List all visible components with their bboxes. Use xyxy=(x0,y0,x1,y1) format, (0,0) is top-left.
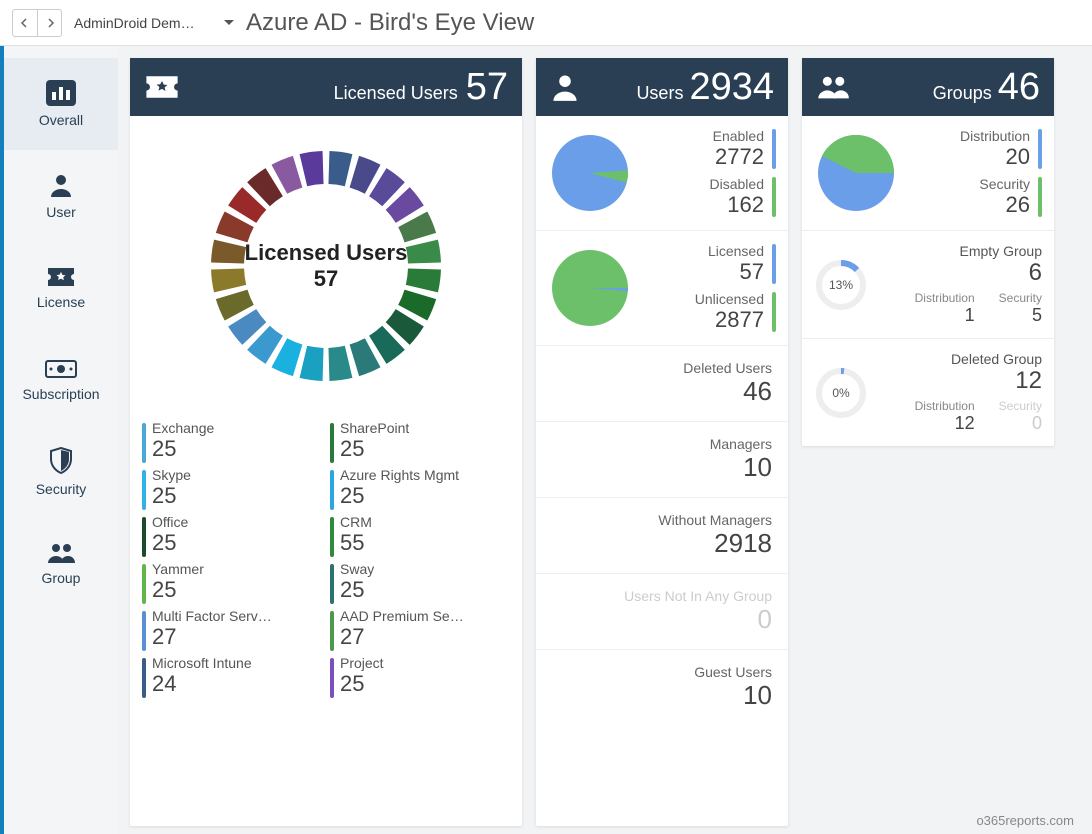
user-icon xyxy=(48,172,74,198)
license-item[interactable]: Office25 xyxy=(142,514,322,557)
groups-value: 46 xyxy=(998,68,1040,106)
group-icon xyxy=(46,542,76,564)
license-item[interactable]: AAD Premium Se…27 xyxy=(330,608,510,651)
groups-card: Groups 46 Distribution20 Security26 13% xyxy=(802,58,1054,446)
sidebar-label: Group xyxy=(42,570,81,586)
user-stat[interactable]: Without Managers2918 xyxy=(536,498,788,574)
content: Licensed Users 57 Licensed Users 57 Exch… xyxy=(118,46,1092,834)
chevron-left-icon xyxy=(20,18,30,28)
licensed-donut: Licensed Users 57 xyxy=(130,116,522,416)
forward-button[interactable] xyxy=(37,10,61,36)
donut-center-title: Licensed Users xyxy=(245,240,408,266)
nav-buttons xyxy=(12,9,62,37)
ticket-icon xyxy=(46,266,76,288)
pie-icon xyxy=(548,246,632,330)
licensed-users-card: Licensed Users 57 Licensed Users 57 Exch… xyxy=(130,58,522,826)
sidebar-item-security[interactable]: Security xyxy=(4,426,118,518)
license-item[interactable]: Exchange25 xyxy=(142,420,322,463)
tenant-dropdown-label: AdminDroid Dem… xyxy=(74,15,195,31)
sidebar-item-license[interactable]: License xyxy=(4,242,118,334)
sidebar-item-subscription[interactable]: Subscription xyxy=(4,334,118,426)
license-grid: Exchange25SharePoint25Skype25Azure Right… xyxy=(130,416,522,710)
sidebar: Overall User License Subscription Securi… xyxy=(0,46,118,834)
shield-icon xyxy=(49,447,73,475)
license-item[interactable]: Yammer25 xyxy=(142,561,322,604)
license-item[interactable]: SharePoint25 xyxy=(330,420,510,463)
users-value: 2934 xyxy=(689,68,774,106)
money-icon xyxy=(45,358,77,380)
license-item[interactable]: Project25 xyxy=(330,655,510,698)
empty-group-row[interactable]: 13% Empty Group 6 Distribution1 Security… xyxy=(802,231,1054,339)
sidebar-item-overall[interactable]: Overall xyxy=(4,58,118,150)
licensed-value: 57 xyxy=(466,68,508,106)
license-item[interactable]: Azure Rights Mgmt25 xyxy=(330,467,510,510)
users-card: Users 2934 Enabled2772 Disabled162 Licen… xyxy=(536,58,788,826)
sidebar-label: User xyxy=(46,204,76,220)
users-licensed-row[interactable]: Licensed57 Unlicensed2877 xyxy=(536,231,788,346)
caret-down-icon xyxy=(224,20,234,26)
group-icon xyxy=(816,74,850,100)
user-stat[interactable]: Guest Users10 xyxy=(536,650,788,725)
back-button[interactable] xyxy=(13,10,37,36)
tenant-dropdown[interactable]: AdminDroid Dem… xyxy=(74,15,234,31)
sidebar-label: Overall xyxy=(39,112,83,128)
sidebar-item-user[interactable]: User xyxy=(4,150,118,242)
chevron-right-icon xyxy=(45,18,55,28)
sidebar-item-group[interactable]: Group xyxy=(4,518,118,610)
licensed-title: Licensed Users xyxy=(334,83,458,104)
page-title: Azure AD - Bird's Eye View xyxy=(246,9,534,37)
chart-icon xyxy=(46,80,76,106)
groups-title: Groups xyxy=(933,83,992,104)
groups-types-row[interactable]: Distribution20 Security26 xyxy=(802,116,1054,231)
user-stat[interactable]: Deleted Users46 xyxy=(536,346,788,422)
top-toolbar: AdminDroid Dem… Azure AD - Bird's Eye Vi… xyxy=(0,0,1092,46)
sidebar-label: Subscription xyxy=(22,386,99,402)
license-item[interactable]: Sway25 xyxy=(330,561,510,604)
license-item[interactable]: CRM55 xyxy=(330,514,510,557)
license-item[interactable]: Multi Factor Serv…27 xyxy=(142,608,322,651)
users-title: Users xyxy=(636,83,683,104)
user-icon xyxy=(550,72,580,102)
users-enabled-row[interactable]: Enabled2772 Disabled162 xyxy=(536,116,788,231)
pie-icon xyxy=(548,131,632,215)
license-item[interactable]: Skype25 xyxy=(142,467,322,510)
footer-credit: o365reports.com xyxy=(976,813,1074,828)
user-stat[interactable]: Users Not In Any Group0 xyxy=(536,574,788,650)
donut-center-value: 57 xyxy=(245,266,408,292)
sidebar-label: License xyxy=(37,294,85,310)
pie-icon xyxy=(814,131,898,215)
license-item[interactable]: Microsoft Intune24 xyxy=(142,655,322,698)
deleted-group-row[interactable]: 0% Deleted Group 12 Distribution12 Secur… xyxy=(802,339,1054,446)
user-stat[interactable]: Managers10 xyxy=(536,422,788,498)
sidebar-label: Security xyxy=(36,481,87,497)
ticket-icon xyxy=(144,72,180,102)
